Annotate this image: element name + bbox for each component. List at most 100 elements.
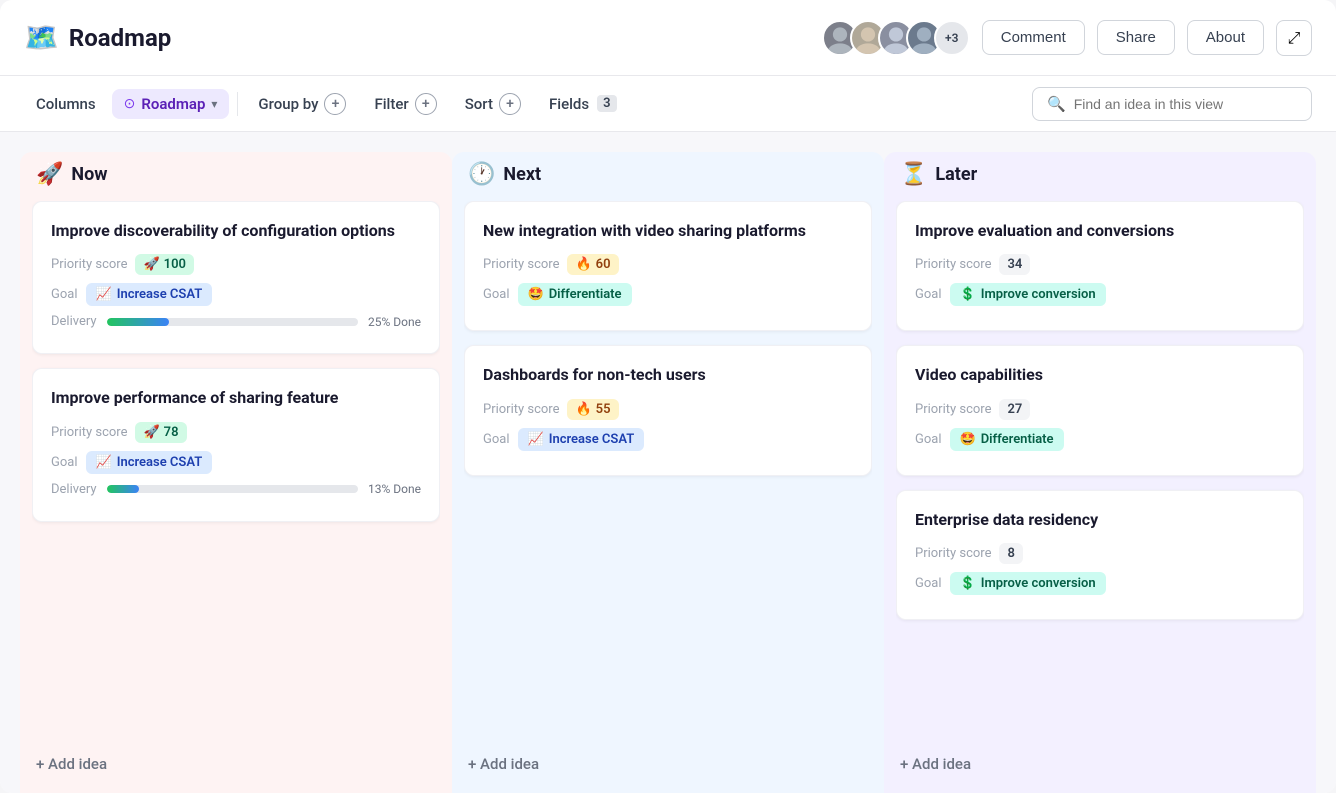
columns-control[interactable]: Columns xyxy=(24,89,108,119)
priority-emoji: 🚀 xyxy=(143,257,159,272)
goal-emoji: 🤩 xyxy=(528,287,544,302)
group-by-add-icon[interactable]: + xyxy=(324,93,346,115)
add-idea-later[interactable]: + Add idea xyxy=(896,739,1304,793)
priority-label-text: Priority score xyxy=(51,257,127,272)
expand-button[interactable]: ⤢ xyxy=(1276,20,1312,56)
card[interactable]: Improve discoverability of configuration… xyxy=(32,201,440,354)
priority-label-text: Priority score xyxy=(483,257,559,272)
column-title-later: Later xyxy=(935,164,977,185)
goal-emoji: 📈 xyxy=(96,455,112,470)
sort-add-icon[interactable]: + xyxy=(499,93,521,115)
goal-field: Goal 📈 Increase CSAT xyxy=(51,283,421,306)
goal-label-text: Goal xyxy=(51,287,78,302)
priority-label-text: Priority score xyxy=(483,402,559,417)
search-box[interactable]: 🔍 xyxy=(1032,87,1312,121)
priority-label-text: Priority score xyxy=(915,257,991,272)
group-by-control[interactable]: Group by + xyxy=(246,87,358,121)
sort-label: Sort xyxy=(465,95,493,113)
goal-label: Differentiate xyxy=(549,287,622,302)
goal-label-text: Goal xyxy=(915,576,942,591)
priority-field: Priority score 🚀 78 xyxy=(51,422,421,443)
priority-field: Priority score 34 xyxy=(915,254,1285,275)
delivery-percent: 25% Done xyxy=(368,315,421,329)
priority-badge: 🔥 55 xyxy=(567,399,618,420)
about-button[interactable]: About xyxy=(1187,20,1264,55)
priority-field: Priority score 27 xyxy=(915,399,1285,420)
priority-badge: 🚀 100 xyxy=(135,254,193,275)
sort-control[interactable]: Sort + xyxy=(453,87,533,121)
fields-count-badge: 3 xyxy=(597,95,616,112)
share-button[interactable]: Share xyxy=(1097,20,1175,55)
card[interactable]: Improve evaluation and conversions Prior… xyxy=(896,201,1304,331)
search-icon: 🔍 xyxy=(1047,95,1066,113)
card-title: Improve discoverability of configuration… xyxy=(51,220,421,242)
column-next: 🕐Next New integration with video sharing… xyxy=(452,152,884,793)
search-input[interactable] xyxy=(1074,96,1297,112)
goal-label-text: Goal xyxy=(483,287,510,302)
toolbar: Columns ⊙ Roadmap ▾ Group by + Filter + … xyxy=(0,76,1336,132)
column-emoji-later: ⏳ xyxy=(900,162,927,187)
goal-emoji: 💲 xyxy=(960,287,976,302)
fields-label: Fields xyxy=(549,95,589,113)
header-actions: +3 Comment Share About ⤢ xyxy=(822,20,1312,56)
card[interactable]: Enterprise data residency Priority score… xyxy=(896,490,1304,620)
card-title: Improve evaluation and conversions xyxy=(915,220,1285,242)
goal-field: Goal 💲 Improve conversion xyxy=(915,572,1285,595)
page-title: Roadmap xyxy=(69,24,171,52)
goal-label: Improve conversion xyxy=(981,576,1096,591)
goal-emoji: 📈 xyxy=(96,287,112,302)
delivery-percent: 13% Done xyxy=(368,482,421,496)
goal-label-text: Goal xyxy=(483,432,510,447)
toolbar-divider xyxy=(237,92,238,116)
cards-area-now: Improve discoverability of configuration… xyxy=(32,201,440,739)
roadmap-label: Roadmap xyxy=(141,95,205,113)
goal-badge: 💲 Improve conversion xyxy=(950,283,1106,306)
priority-label-text: Priority score xyxy=(915,546,991,561)
filter-label: Filter xyxy=(374,95,408,113)
comment-button[interactable]: Comment xyxy=(982,20,1085,55)
goal-badge: 🤩 Differentiate xyxy=(950,428,1064,451)
goal-emoji: 💲 xyxy=(960,576,976,591)
goal-field: Goal 🤩 Differentiate xyxy=(483,283,853,306)
card[interactable]: Video capabilities Priority score 27 Goa… xyxy=(896,345,1304,475)
priority-field: Priority score 🔥 60 xyxy=(483,254,853,275)
column-title-next: Next xyxy=(503,164,541,185)
roadmap-dropdown[interactable]: ⊙ Roadmap ▾ xyxy=(112,89,230,119)
priority-emoji: 🔥 xyxy=(575,257,591,272)
goal-field: Goal 📈 Increase CSAT xyxy=(483,428,853,451)
board: 🚀 Now Improve discoverability of configur… xyxy=(0,132,1336,793)
priority-field: Priority score 🔥 55 xyxy=(483,399,853,420)
chevron-down-icon: ▾ xyxy=(211,97,217,111)
filter-control[interactable]: Filter + xyxy=(362,87,448,121)
goal-label-text: Goal xyxy=(51,455,78,470)
goal-label-text: Goal xyxy=(915,287,942,302)
filter-add-icon[interactable]: + xyxy=(415,93,437,115)
priority-field: Priority score 8 xyxy=(915,543,1285,564)
column-later: ⏳ Later Improve evaluation and conversion… xyxy=(884,152,1316,793)
delivery-bar-fill xyxy=(107,318,170,326)
card[interactable]: New integration with video sharing platf… xyxy=(464,201,872,331)
goal-badge: 📈 Increase CSAT xyxy=(86,283,213,306)
card[interactable]: Dashboards for non-tech users Priority s… xyxy=(464,345,872,475)
goal-field: Goal 📈 Increase CSAT xyxy=(51,451,421,474)
goal-label: Increase CSAT xyxy=(549,432,635,447)
goal-label: Increase CSAT xyxy=(117,287,203,302)
add-idea-now[interactable]: + Add idea xyxy=(32,739,440,793)
delivery-field: Delivery 25% Done xyxy=(51,314,421,329)
priority-label-text: Priority score xyxy=(51,425,127,440)
fields-control[interactable]: Fields 3 xyxy=(537,89,629,119)
avatar-group: +3 xyxy=(822,20,970,56)
delivery-label: Delivery xyxy=(51,482,97,497)
priority-badge: 27 xyxy=(999,399,1030,420)
columns-label: Columns xyxy=(36,95,96,113)
goal-badge: 🤩 Differentiate xyxy=(518,283,632,306)
header-title-area: 🗺️ Roadmap xyxy=(24,21,822,54)
avatar-extra[interactable]: +3 xyxy=(934,20,970,56)
add-idea-next[interactable]: + Add idea xyxy=(464,739,872,793)
goal-field: Goal 🤩 Differentiate xyxy=(915,428,1285,451)
priority-emoji: 🔥 xyxy=(575,402,591,417)
priority-badge: 🚀 78 xyxy=(135,422,186,443)
card[interactable]: Improve performance of sharing feature P… xyxy=(32,368,440,521)
column-title-now: Now xyxy=(71,164,107,185)
delivery-label: Delivery xyxy=(51,314,97,329)
